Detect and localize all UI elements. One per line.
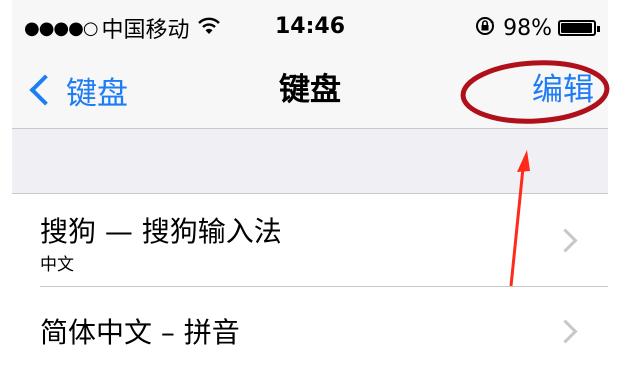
battery-icon (558, 20, 600, 36)
list-item-title: 简体中文 – 拼音 (40, 316, 240, 349)
battery-fill (561, 23, 593, 33)
list-item-subtitle: 中文 (40, 255, 74, 275)
orientation-lock-icon (475, 16, 495, 41)
keyboard-list: 搜狗 — 搜狗输入法 中文 简体中文 – 拼音 (12, 194, 608, 378)
battery-nub (597, 26, 600, 32)
list-item-title: 搜狗 — 搜狗输入法 (40, 215, 282, 248)
battery-percent: 98% (503, 15, 552, 41)
status-right: 98% (475, 14, 600, 42)
list-item-sogou[interactable]: 搜狗 — 搜狗输入法 中文 (12, 194, 608, 287)
chevron-right-icon (553, 228, 578, 253)
section-header-spacer (12, 129, 608, 194)
navigation-bar: 键盘 键盘 编辑 (12, 56, 608, 129)
page-title: 键盘 (279, 72, 341, 108)
list-item-pinyin[interactable]: 简体中文 – 拼音 (12, 287, 608, 377)
status-bar: ●●●●○ 中国移动 14:46 98% (12, 0, 608, 56)
phone-screen: ●●●●○ 中国移动 14:46 98% 键盘 键盘 编辑 搜狗 — 搜狗输入法… (12, 0, 608, 378)
chevron-right-icon (553, 319, 578, 344)
edit-button[interactable]: 编辑 (532, 70, 594, 110)
